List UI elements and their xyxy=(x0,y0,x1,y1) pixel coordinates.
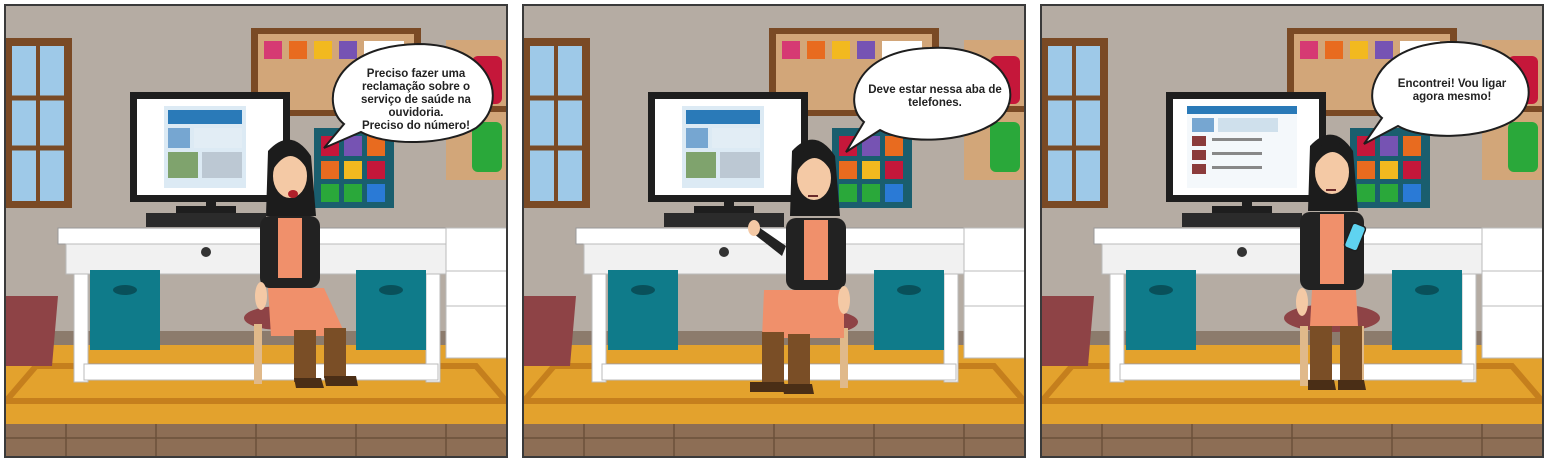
computer-monitor xyxy=(1166,92,1326,227)
office-scene xyxy=(524,28,1024,456)
computer-monitor xyxy=(648,92,808,227)
office-scene xyxy=(1042,28,1542,456)
waste-basket xyxy=(1042,296,1094,366)
storage-bin xyxy=(1392,270,1462,350)
window xyxy=(1042,38,1108,208)
computer-monitor xyxy=(130,92,290,227)
speech-text: Deve estar nessa aba de telefones. xyxy=(868,84,1002,109)
storage-bin xyxy=(90,270,160,350)
storage-bin xyxy=(608,270,678,350)
comic-panel-3: Encontrei! Vou ligar agora mesmo! xyxy=(1040,4,1544,458)
storage-bin xyxy=(356,270,426,350)
storage-bin xyxy=(1126,270,1196,350)
speech-text: Encontrei! Vou ligar agora mesmo! xyxy=(1397,78,1507,103)
comic-panel-1: Preciso fazer uma reclamação sobre o ser… xyxy=(4,4,508,458)
comic-panel-2: Deve estar nessa aba de telefones. xyxy=(522,4,1026,458)
waste-basket xyxy=(524,296,576,366)
cube-organizer xyxy=(832,128,912,208)
cube-organizer xyxy=(1350,128,1430,208)
speech-text: Preciso fazer uma reclamação sobre o ser… xyxy=(361,68,471,132)
window xyxy=(6,38,72,208)
waste-basket xyxy=(6,296,58,366)
storage-bin xyxy=(874,270,944,350)
window xyxy=(524,38,590,208)
